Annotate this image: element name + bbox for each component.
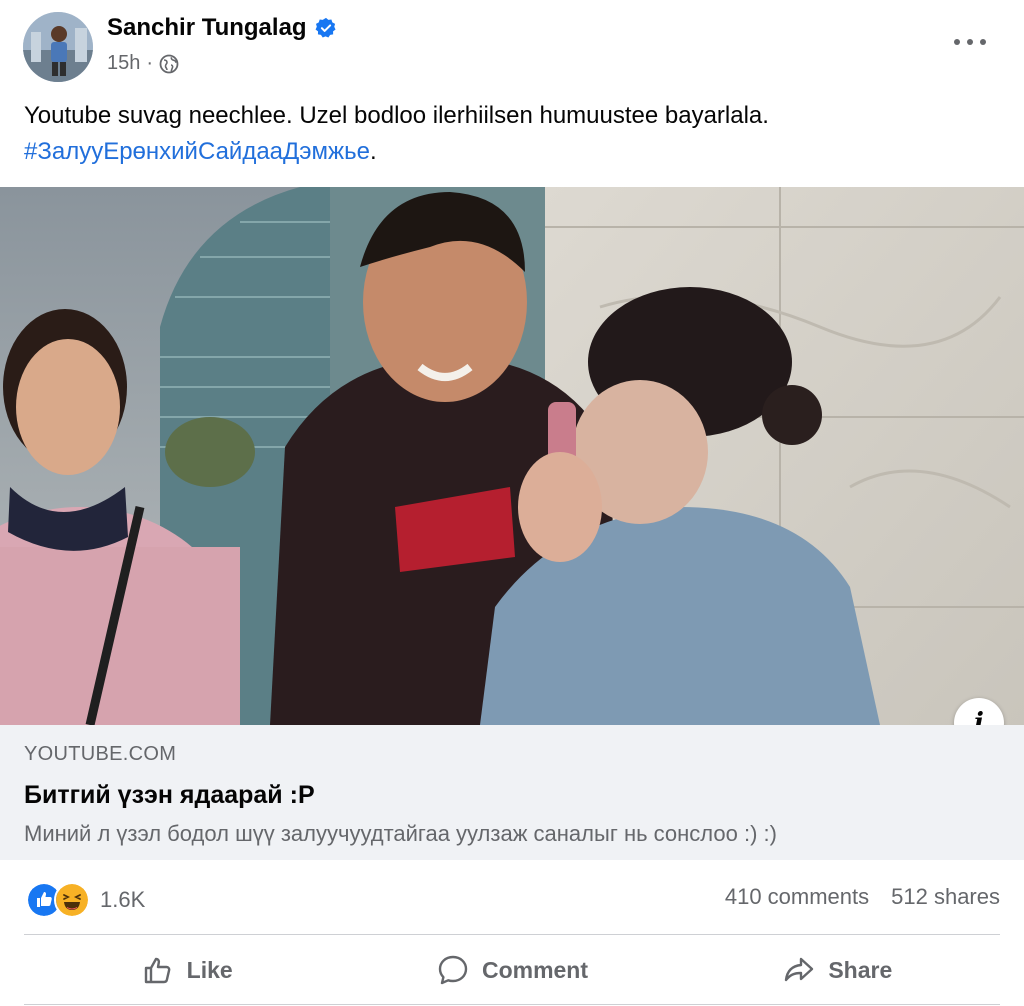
link-domain: YOUTUBE.COM xyxy=(24,743,177,765)
post-caption: Youtube suvag neechlee. Uzel bodloo iler… xyxy=(24,98,1004,170)
reaction-count: 1.6K xyxy=(100,887,146,912)
video-thumbnail[interactable] xyxy=(0,187,1024,725)
comments-count[interactable]: 410 comments xyxy=(725,884,869,910)
link-description: Миний л үзэл бодол шүү залуучуудтайгаа у… xyxy=(24,821,777,846)
actions-divider-top xyxy=(24,934,1000,935)
meta-separator: · xyxy=(146,52,154,74)
comment-button[interactable]: Comment xyxy=(349,936,674,1004)
caption-text: Youtube suvag neechlee. Uzel bodloo iler… xyxy=(24,102,769,129)
like-button[interactable]: Like xyxy=(24,936,349,1004)
shares-count[interactable]: 512 shares xyxy=(891,884,1000,910)
globe-icon[interactable] xyxy=(159,54,179,74)
share-label: Share xyxy=(828,956,893,983)
verified-badge-icon xyxy=(315,17,336,38)
share-button[interactable]: Share xyxy=(675,936,1000,1004)
comment-label: Comment xyxy=(481,956,589,983)
author-name[interactable]: Sanchir Tungalag xyxy=(107,14,307,42)
post-header: Sanchir Tungalag 15h · xyxy=(0,0,1024,90)
share-arrow-icon xyxy=(785,957,814,982)
link-preview-card[interactable]: YOUTUBE.COM Битгий үзэн ядаарай :P Миний… xyxy=(0,725,1024,860)
post-actions: Like Comment Share xyxy=(24,936,1000,1004)
facebook-post: Sanchir Tungalag 15h · Youtube suvag nee… xyxy=(0,0,1024,1006)
post-timestamp[interactable]: 15h xyxy=(107,52,140,75)
link-title[interactable]: Битгий үзэн ядаарай :P xyxy=(24,781,315,810)
more-options-icon[interactable] xyxy=(954,32,986,52)
actions-divider-bottom xyxy=(24,1004,1000,1005)
caption-hashtag[interactable]: #ЗалууЕрөнхийСайдааДэмжье xyxy=(24,138,370,165)
caption-suffix: . xyxy=(369,138,377,165)
reactions-summary[interactable]: 1.6K xyxy=(26,882,145,918)
comment-icon xyxy=(438,955,468,985)
haha-reaction-icon xyxy=(54,882,90,918)
like-label: Like xyxy=(186,956,233,983)
video-thumbnail-image xyxy=(0,187,1024,725)
author-avatar[interactable] xyxy=(23,12,93,82)
engagement-stats: 1.6K 410 comments 512 shares xyxy=(0,860,1024,934)
thumbs-up-icon xyxy=(144,957,171,984)
